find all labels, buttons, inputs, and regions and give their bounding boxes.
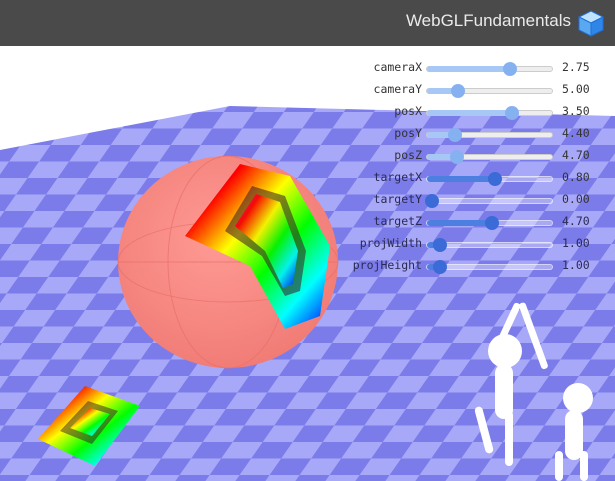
- slider-track[interactable]: [426, 128, 553, 142]
- slider-label: posX: [394, 104, 422, 118]
- slider-label: posZ: [394, 148, 422, 162]
- slider-track[interactable]: [426, 150, 553, 164]
- slider-thumb[interactable]: [425, 194, 439, 208]
- slider-label: cameraY: [373, 82, 422, 96]
- slider-label: targetZ: [373, 214, 422, 228]
- slider-thumb[interactable]: [450, 150, 464, 164]
- slider-track[interactable]: [426, 172, 553, 186]
- slider-row-posZ: posZ 4.70: [336, 145, 615, 167]
- slider-track[interactable]: [426, 106, 553, 120]
- slider-track[interactable]: [426, 62, 553, 76]
- slider-row-cameraX: cameraX 2.75: [336, 57, 615, 79]
- slider-value: 1.00: [562, 236, 590, 250]
- slider-row-posY: posY 4.40: [336, 123, 615, 145]
- slider-value: 0.80: [562, 170, 590, 184]
- slider-row-projHeight: projHeight 1.00: [336, 255, 615, 277]
- slider-row-projWidth: projWidth 1.00: [336, 233, 615, 255]
- slider-value: 5.00: [562, 82, 590, 96]
- slider-value: 4.70: [562, 148, 590, 162]
- slider-value: 0.00: [562, 192, 590, 206]
- slider-thumb[interactable]: [451, 84, 466, 98]
- slider-row-posX: posX 3.50: [336, 101, 615, 123]
- slider-label: targetY: [373, 192, 422, 206]
- slider-track[interactable]: [426, 238, 553, 252]
- header-bar: WebGLFundamentals: [0, 0, 615, 46]
- slider-row-cameraY: cameraY 5.00: [336, 79, 615, 101]
- slider-thumb[interactable]: [432, 238, 447, 252]
- slider-thumb[interactable]: [432, 260, 447, 274]
- slider-thumb[interactable]: [487, 172, 502, 186]
- cube-icon[interactable]: [577, 9, 605, 37]
- slider-label: posY: [394, 126, 422, 140]
- slider-label: targetX: [373, 170, 422, 184]
- slider-thumb[interactable]: [505, 106, 519, 120]
- slider-track[interactable]: [426, 260, 553, 274]
- slider-value: 3.50: [562, 104, 590, 118]
- slider-row-targetY: targetY 0.00: [336, 189, 615, 211]
- slider-value: 4.70: [562, 214, 590, 228]
- slider-value: 4.40: [562, 126, 590, 140]
- slider-thumb[interactable]: [502, 62, 517, 76]
- slider-thumb[interactable]: [485, 216, 499, 230]
- slider-track[interactable]: [425, 194, 553, 208]
- control-panel: cameraX 2.75 cameraY 5.00 posX 3.50 posY…: [336, 57, 615, 277]
- slider-value: 2.75: [562, 60, 590, 74]
- slider-row-targetZ: targetZ 4.70: [336, 211, 615, 233]
- slider-thumb[interactable]: [447, 128, 462, 142]
- slider-label: projWidth: [359, 236, 422, 250]
- slider-label: cameraX: [373, 60, 422, 74]
- slider-track[interactable]: [426, 84, 553, 98]
- slider-label: projHeight: [352, 258, 422, 272]
- slider-row-targetX: targetX 0.80: [336, 167, 615, 189]
- slider-track[interactable]: [426, 216, 553, 230]
- sphere-object: [117, 155, 339, 369]
- site-title[interactable]: WebGLFundamentals: [406, 11, 571, 31]
- slider-value: 1.00: [562, 258, 590, 272]
